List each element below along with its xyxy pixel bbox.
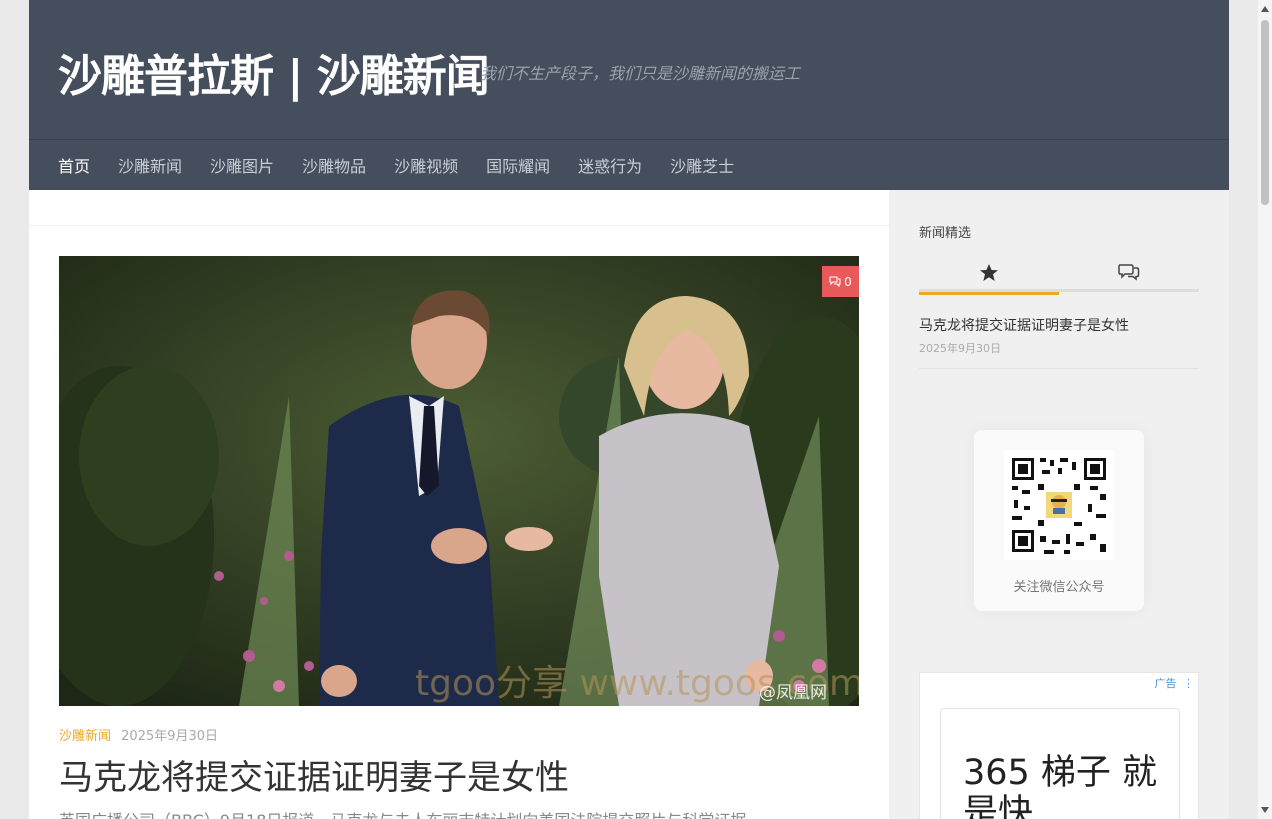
nav-item-items[interactable]: 沙雕物品	[302, 153, 366, 177]
post-date: 2025年9月30日	[121, 729, 219, 744]
ad-card[interactable]: 365 梯子 就是快	[940, 708, 1180, 819]
comment-icon	[829, 276, 841, 287]
featured-photo	[59, 256, 859, 706]
ad-headline: 365 梯子 就是快	[963, 753, 1158, 819]
post-excerpt: 英国广播公司（BBC）9月18日报道，马克龙与夫人布丽吉特计划向美国法院提交照片…	[59, 807, 746, 819]
site-title[interactable]: 沙雕普拉斯 | 沙雕新闻	[58, 40, 490, 104]
nav-item-home[interactable]: 首页	[58, 153, 90, 177]
comment-count-badge[interactable]: 0	[822, 266, 859, 297]
widget-tabs	[919, 252, 1199, 295]
post-title[interactable]: 马克龙将提交证据证明妻子是女性	[59, 750, 569, 799]
qr-caption: 关注微信公众号	[1013, 580, 1105, 595]
comments-icon	[1118, 264, 1140, 281]
scroll-down-arrow-icon[interactable]	[1258, 803, 1272, 817]
widget-title: 新闻精选	[919, 226, 972, 241]
scroll-up-arrow-icon[interactable]	[1258, 2, 1272, 16]
nav-item-videos[interactable]: 沙雕视频	[394, 153, 458, 177]
site-tagline: 我们不生产段子，我们只是沙雕新闻的搬运工	[480, 64, 801, 83]
featured-image[interactable]: tgoo分享 www.tgoos.com @凤凰网 0	[59, 256, 859, 706]
nav-item-pictures[interactable]: 沙雕图片	[210, 153, 274, 177]
sidebar: 新闻精选 马克龙将提交证据证明妻子是女性 2025年9月30日 关注微信公众号 …	[889, 190, 1229, 819]
site-header: 沙雕普拉斯 | 沙雕新闻 我们不生产段子，我们只是沙雕新闻的搬运工 首页 沙雕新…	[29, 0, 1229, 190]
wechat-qr-card: 关注微信公众号	[974, 430, 1144, 611]
star-icon	[980, 263, 998, 281]
main-content: tgoo分享 www.tgoos.com @凤凰网 0 沙雕新闻 2025年9月…	[29, 190, 889, 819]
side-post-date: 2025年9月30日	[919, 342, 1001, 355]
nav-item-news[interactable]: 沙雕新闻	[118, 153, 182, 177]
qr-code-image	[1004, 450, 1114, 560]
nav-item-international[interactable]: 国际耀闻	[486, 153, 550, 177]
ad-options-icon[interactable]: ⋮	[1183, 677, 1194, 690]
qr-code	[1004, 450, 1114, 560]
tab-featured[interactable]	[919, 252, 1059, 295]
tab-comments[interactable]	[1059, 252, 1199, 292]
image-source: @凤凰网	[759, 683, 827, 703]
comment-count: 0	[844, 274, 852, 289]
nav-item-weird[interactable]: 迷惑行为	[578, 153, 642, 177]
side-post-title[interactable]: 马克龙将提交证据证明妻子是女性	[919, 315, 1129, 335]
scrollbar[interactable]	[1258, 0, 1272, 819]
post-meta: 沙雕新闻 2025年9月30日	[59, 725, 218, 744]
main-nav: 首页 沙雕新闻 沙雕图片 沙雕物品 沙雕视频 国际耀闻 迷惑行为 沙雕芝士	[29, 139, 1229, 190]
scroll-thumb[interactable]	[1261, 20, 1269, 205]
post-category[interactable]: 沙雕新闻	[59, 729, 111, 744]
ad-label[interactable]: 广告 ⋮	[1155, 675, 1195, 691]
divider	[919, 368, 1199, 369]
nav-item-knowledge[interactable]: 沙雕芝士	[670, 153, 734, 177]
page-wrapper: 沙雕普拉斯 | 沙雕新闻 我们不生产段子，我们只是沙雕新闻的搬运工 首页 沙雕新…	[29, 0, 1229, 819]
ad-label-text: 广告	[1154, 677, 1177, 690]
content-topbar	[29, 190, 889, 226]
ad-box: 广告 ⋮ 365 梯子 就是快	[919, 672, 1199, 819]
